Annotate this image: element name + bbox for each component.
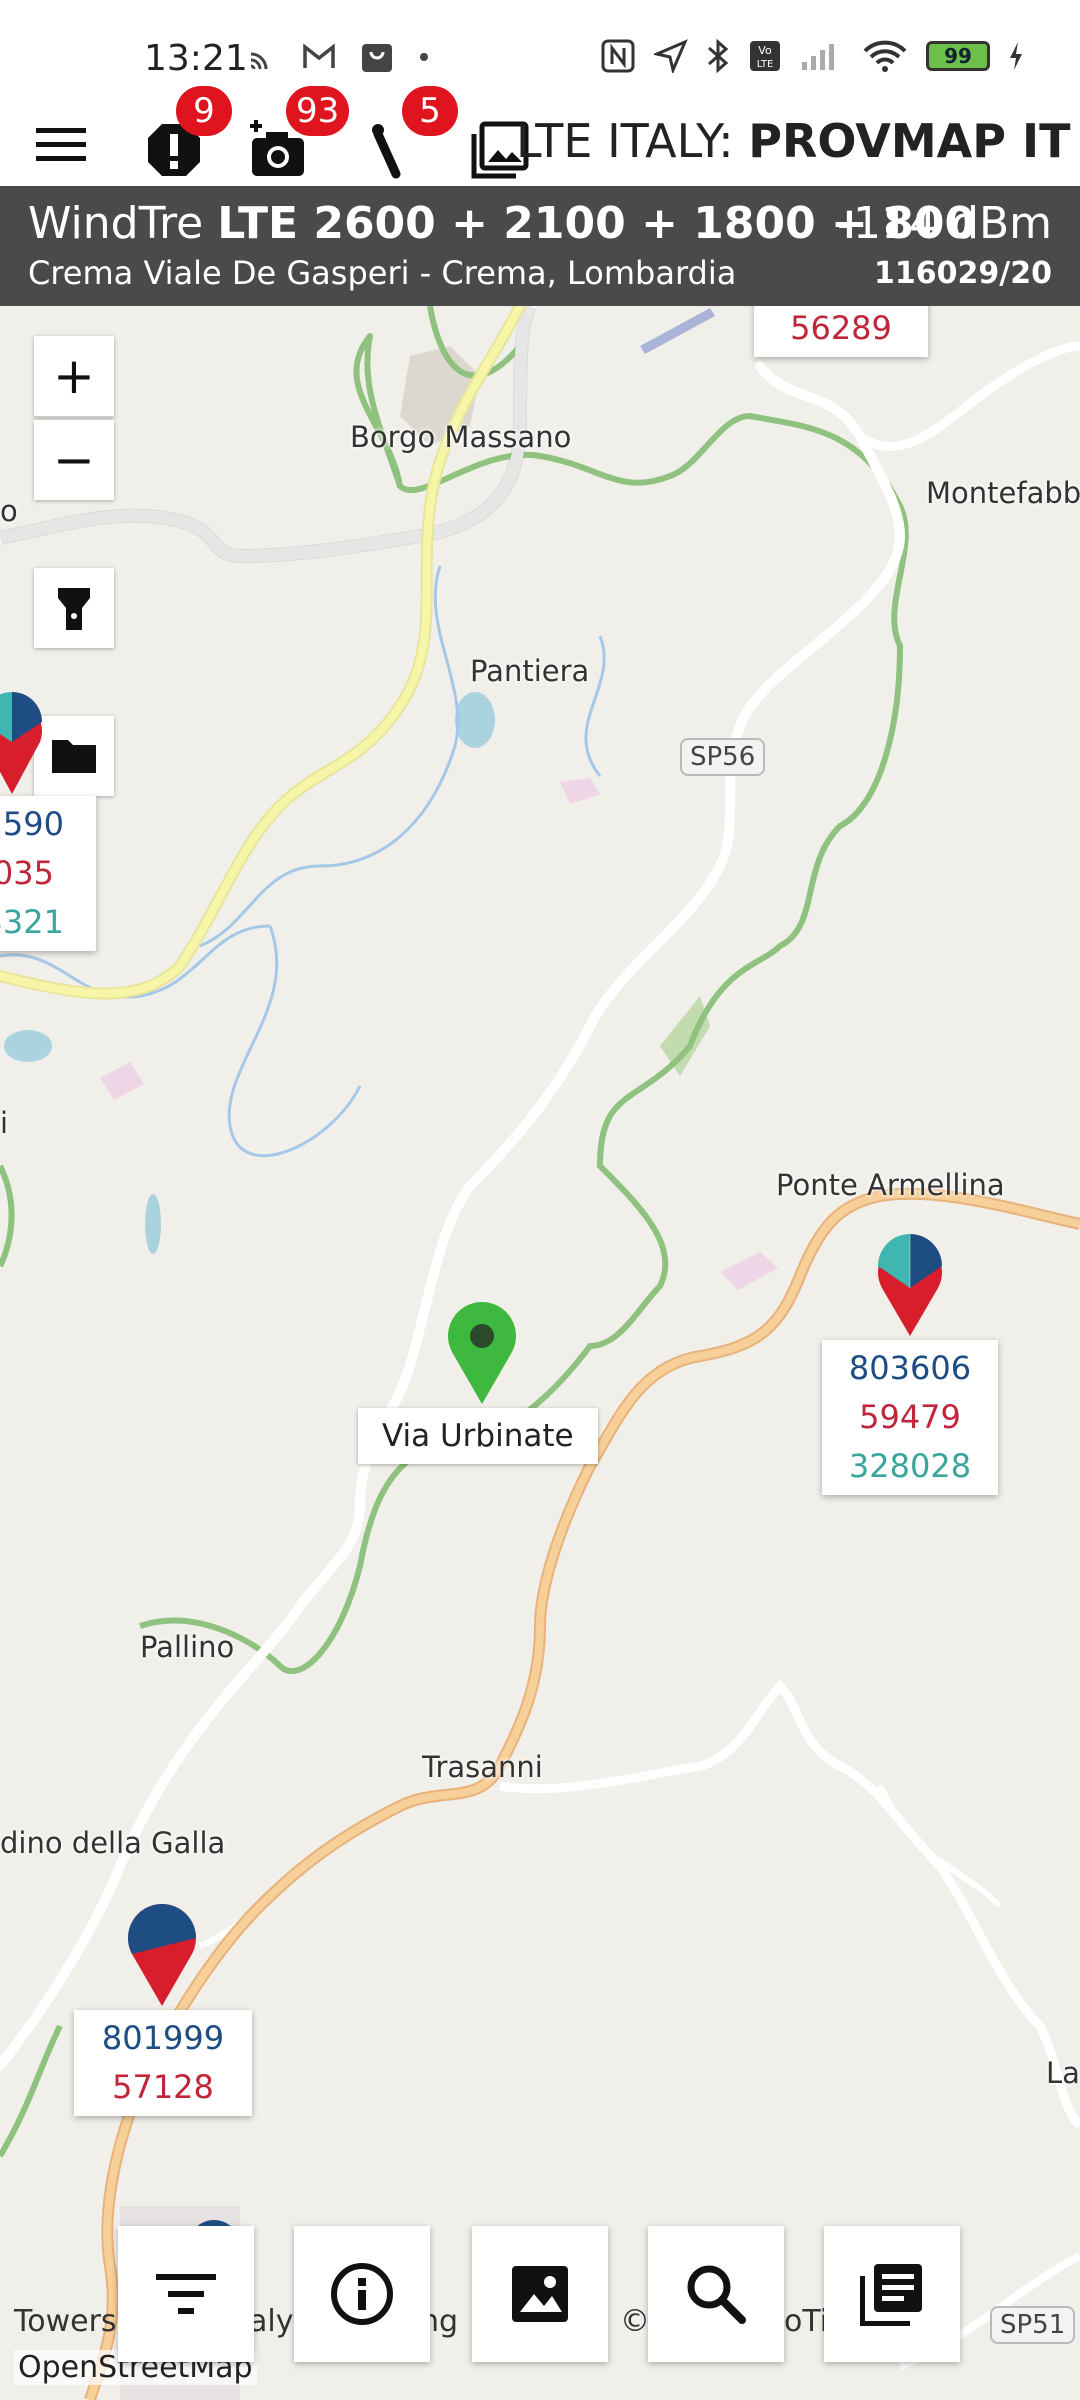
attribution-part-e: oTi [784,2304,829,2339]
flashlight-icon [58,588,90,630]
place-pallino: Pallino [140,1630,235,1664]
charging-icon [1010,42,1022,70]
status-right-icons: Vo LTE 99 [600,38,1024,74]
shop-icon [362,44,392,72]
tower-right-line3: 328028 [848,1447,972,1485]
tower-card-left[interactable]: 1590 035 3321 [0,796,96,951]
place-pantiera: Pantiera [470,654,590,688]
tower-card-top[interactable]: 56289 [754,306,928,357]
info-icon [331,2263,393,2325]
tower-left-line1: 1590 [0,805,64,843]
place-borgo-massano: Borgo Massano [350,420,572,454]
place-dino-della-galla: dino della Galla [0,1826,226,1860]
cell-operator: WindTre LTE 2600 + 2100 + 1800 + 800 [28,198,975,249]
attribution-part-b: aly [249,2304,294,2339]
tower-bottom-line1: 801999 [101,2019,225,2057]
location-icon [654,39,688,73]
map-view[interactable]: Borgo Massano Montefabb o Pantiera i Pon… [0,306,1080,2400]
tower-right-line1: 803606 [848,1349,972,1387]
filter-icon [156,2274,216,2314]
svg-text:LTE: LTE [757,59,774,70]
place-left-o: o [0,494,18,528]
image-button[interactable] [472,2226,608,2362]
nfc-icon [601,39,635,73]
attribution-part-d: © [620,2304,650,2339]
place-la: La [1046,2056,1080,2090]
zoom-in-button[interactable]: + [34,336,114,417]
signal-icon [802,44,834,70]
tower-top-line2: 56289 [790,309,892,347]
tower-pin-left[interactable] [0,690,44,796]
menu-icon[interactable] [34,118,88,172]
library-icon [860,2264,922,2326]
tower-pin-right[interactable] [874,1232,946,1338]
tower-left-line2: 035 [0,854,54,892]
search-button[interactable] [648,2226,784,2362]
cell-location: Crema Viale De Gasperi - Crema, Lombardi… [28,254,737,292]
tower-bottom-line2: 57128 [112,2068,214,2106]
app-bar: 9 93 5 LTE ITALY: PROVMAP IT [0,86,1080,186]
gmail-icon [303,43,335,68]
alerts-button[interactable]: 9 [140,86,232,186]
folder-icon [52,740,96,773]
alerts-badge: 9 [176,86,232,136]
attribution-towers: Towers [14,2304,117,2339]
volte-icon: Vo LTE [750,41,780,71]
status-bar: 13:21 Vo LTE 99 [0,0,1080,110]
photos-button[interactable]: 93 [248,86,350,186]
signal-strength: -114 dBm [837,198,1052,249]
status-left-icons [248,40,430,74]
place-left-i: i [0,1106,9,1140]
road-shield-sp56: SP56 [680,738,766,776]
place-trasanni: Trasanni [422,1750,543,1784]
svg-text:Vo: Vo [758,44,772,57]
search-icon [687,2265,746,2324]
tower-right-line2: 59479 [859,1398,961,1436]
battery-indicator: 99 [926,41,990,71]
dot-icon [420,53,428,61]
measure-badge: 5 [402,86,458,136]
place-ponte-armellina: Ponte Armellina [776,1168,1005,1202]
wifi-icon [863,40,907,72]
info-button[interactable] [294,2226,430,2362]
app-title-bold: PROVMAP IT [748,114,1071,168]
attribution-line1: Towers aly ng © oTi [14,2304,828,2339]
measure-button[interactable]: 5 [366,86,466,186]
library-button[interactable] [824,2226,960,2362]
flashlight-button[interactable] [34,568,114,648]
zoom-out-button[interactable]: − [34,420,114,500]
tower-card-bottom[interactable]: 801999 57128 [74,2010,252,2116]
tower-left-line3: 3321 [0,903,64,941]
app-title-prefix: LTE ITALY: [516,114,749,168]
folder-button[interactable] [34,716,114,796]
cell-info-bar[interactable]: WindTre LTE 2600 + 2100 + 1800 + 800 -11… [0,186,1080,306]
photos-badge: 93 [286,86,350,136]
image-icon [512,2266,568,2322]
filter-button[interactable] [118,2226,254,2362]
location-pin-icon[interactable] [444,1300,520,1406]
location-label: Via Urbinate [358,1408,598,1464]
cast-icon [250,52,268,70]
tower-card-right[interactable]: 803606 59479 328028 [822,1340,998,1495]
tower-pin-bottom[interactable] [124,1902,200,2008]
status-time: 13:21 [144,38,248,79]
app-title: LTE ITALY: PROVMAP IT [516,114,1070,168]
cell-id: 116029/20 [874,256,1052,291]
bluetooth-icon [708,38,729,74]
operator-name: WindTre [28,198,204,249]
place-montefabbri: Montefabb [926,476,1080,510]
